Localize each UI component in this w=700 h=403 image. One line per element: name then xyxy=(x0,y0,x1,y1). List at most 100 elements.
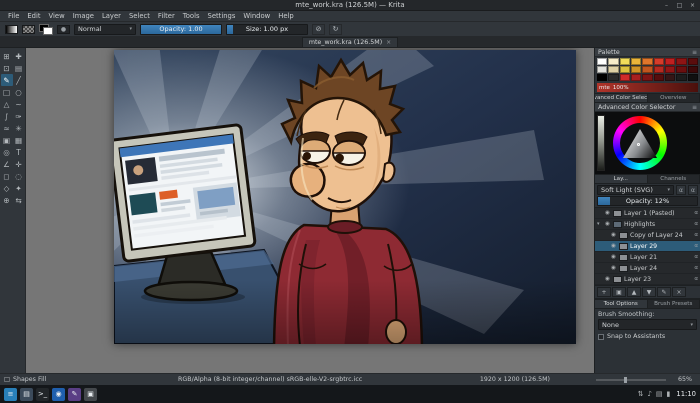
zoom-slider-handle[interactable] xyxy=(624,377,627,383)
palette-swatch[interactable] xyxy=(608,66,619,73)
fill-tool[interactable]: ▣ xyxy=(1,134,13,146)
layer-alpha-icon[interactable]: α xyxy=(694,265,698,271)
polygon-tool[interactable]: △ xyxy=(1,98,13,110)
rectangular-select-tool[interactable]: ◻ xyxy=(1,170,13,182)
snap-to-assistants-checkbox[interactable] xyxy=(598,333,604,340)
brush-preset-chooser[interactable]: ● xyxy=(57,24,70,34)
palette-footer[interactable]: mte 100% xyxy=(597,83,698,92)
palette-swatch[interactable] xyxy=(687,58,698,65)
palette-swatch[interactable] xyxy=(653,58,664,65)
pan-tool[interactable]: ⇆ xyxy=(13,194,25,206)
text-tool[interactable]: T xyxy=(13,146,25,158)
close-button[interactable]: × xyxy=(688,2,697,9)
gradient-chooser[interactable] xyxy=(5,24,18,34)
group-expander-icon[interactable]: ▾ xyxy=(597,221,602,227)
foreground-background-colors[interactable] xyxy=(39,23,53,35)
menu-filter[interactable]: Filter xyxy=(154,12,179,20)
menu-view[interactable]: View xyxy=(45,12,69,20)
brush-smoothing-dropdown[interactable]: None ▾ xyxy=(598,319,697,330)
tab-brush-presets[interactable]: Brush Presets xyxy=(647,300,700,308)
layer-alpha-icon[interactable]: α xyxy=(694,243,698,249)
assistants-tool[interactable]: ✛ xyxy=(13,158,25,170)
menu-tools[interactable]: Tools xyxy=(179,12,204,20)
minimize-button[interactable]: – xyxy=(662,2,671,9)
layer-visibility-icon[interactable]: ◉ xyxy=(604,276,611,282)
menu-window[interactable]: Window xyxy=(239,12,274,20)
ellipse-tool[interactable]: ○ xyxy=(13,86,25,98)
palette-swatch[interactable] xyxy=(664,66,676,73)
maximize-button[interactable]: □ xyxy=(675,2,684,9)
gradient-tool[interactable]: ▤ xyxy=(13,62,25,74)
palette-swatch[interactable] xyxy=(597,58,608,65)
blend-mode-dropdown[interactable]: Normal ▾ xyxy=(74,23,136,35)
menu-settings[interactable]: Settings xyxy=(204,12,240,20)
layer-visibility-icon[interactable]: ◉ xyxy=(604,210,611,216)
layer-row[interactable]: ◉ Layer 21 α xyxy=(595,252,700,263)
multibrush-tool[interactable]: ✳ xyxy=(13,122,25,134)
polyline-tool[interactable]: ~ xyxy=(13,98,25,110)
move-layer-down-button[interactable]: ▼ xyxy=(642,287,656,297)
measure-tool[interactable]: ∠ xyxy=(1,158,13,170)
tab-close-icon[interactable]: × xyxy=(386,39,391,46)
duplicate-layer-button[interactable]: ▣ xyxy=(612,287,626,297)
palette-swatch[interactable] xyxy=(619,74,630,81)
palette-swatch[interactable] xyxy=(676,74,687,81)
clipboard-tray-icon[interactable]: ▤ xyxy=(656,390,663,398)
toolbar-opacity-slider[interactable]: Opacity: 1.00 xyxy=(140,23,222,35)
palette-swatch[interactable] xyxy=(630,74,642,81)
palette-swatch[interactable] xyxy=(676,66,687,73)
color-sampler-tool[interactable]: ◎ xyxy=(1,146,13,158)
zoom-slider[interactable] xyxy=(596,377,666,383)
menu-help[interactable]: Help xyxy=(274,12,298,20)
pattern-edit-tool[interactable]: ▦ xyxy=(13,134,25,146)
move-tool[interactable]: ✚ xyxy=(13,50,25,62)
titlebar[interactable]: mte_work.kra (126.5M) — Krita – □ × xyxy=(0,0,700,11)
shade-strip[interactable] xyxy=(597,115,605,171)
inherit-alpha-toggle[interactable]: α xyxy=(676,185,686,195)
palette-swatch[interactable] xyxy=(687,74,698,81)
menu-image[interactable]: Image xyxy=(69,12,98,20)
palette-swatch[interactable] xyxy=(653,74,664,81)
elliptical-select-tool[interactable]: ◌ xyxy=(13,170,25,182)
move-layer-up-button[interactable]: ▲ xyxy=(627,287,641,297)
transform-tool[interactable]: ⊞ xyxy=(1,50,13,62)
add-layer-button[interactable]: + xyxy=(597,287,611,297)
palette-swatch[interactable] xyxy=(608,74,619,81)
layer-visibility-icon[interactable]: ◉ xyxy=(610,265,617,271)
palette-swatch[interactable] xyxy=(619,66,630,73)
layer-visibility-icon[interactable]: ◉ xyxy=(610,243,617,249)
layer-row[interactable]: ◉ Layer 1 (Pasted) α xyxy=(595,208,700,219)
layer-row[interactable]: ◉ Layer 29 α xyxy=(595,241,700,252)
tab-channels[interactable]: Channels xyxy=(647,175,700,183)
zoom-tool[interactable]: ⊕ xyxy=(1,194,13,206)
reload-preset-button[interactable]: ↻ xyxy=(329,23,342,35)
application-menu[interactable]: ≡ xyxy=(4,387,17,401)
battery-tray-icon[interactable]: ▮ xyxy=(667,390,671,398)
canvas-area[interactable] xyxy=(26,48,594,373)
toolbar-size-slider[interactable]: Size: 1.00 px xyxy=(226,23,308,35)
color-selector[interactable] xyxy=(595,112,700,174)
polygonal-select-tool[interactable]: ◇ xyxy=(1,182,13,194)
similar-select-tool[interactable]: ✦ xyxy=(13,182,25,194)
bezier-curve-tool[interactable]: ∫ xyxy=(1,110,13,122)
lock-alpha-toggle[interactable]: α xyxy=(688,185,698,195)
eraser-mode-button[interactable]: ⊘ xyxy=(312,23,325,35)
docker-menu-icon[interactable]: ≡ xyxy=(692,49,697,56)
layer-opacity-slider[interactable]: Opacity: 12% xyxy=(597,196,698,206)
layer-alpha-icon[interactable]: α xyxy=(694,210,698,216)
network-tray-icon[interactable]: ⇅ xyxy=(638,390,644,398)
layer-alpha-icon[interactable]: α xyxy=(694,276,698,282)
layer-properties-button[interactable]: ✎ xyxy=(657,287,671,297)
calligraphy-tool[interactable]: ✑ xyxy=(13,110,25,122)
palette-swatch[interactable] xyxy=(664,74,676,81)
layer-visibility-icon[interactable]: ◉ xyxy=(610,232,617,238)
layer-blend-mode-dropdown[interactable]: Soft Light (SVG) ▾ xyxy=(597,185,674,195)
palette-swatch[interactable] xyxy=(687,66,698,73)
tab-tool-options[interactable]: Tool Options xyxy=(595,300,648,308)
palette-swatch[interactable] xyxy=(597,74,608,81)
layer-row[interactable]: ◉ Layer 24 α xyxy=(595,263,700,274)
layer-row[interactable]: ▾ ◉ Highlights α xyxy=(595,219,700,230)
layer-alpha-icon[interactable]: α xyxy=(694,232,698,238)
layer-visibility-icon[interactable]: ◉ xyxy=(610,254,617,260)
menu-select[interactable]: Select xyxy=(125,12,154,20)
